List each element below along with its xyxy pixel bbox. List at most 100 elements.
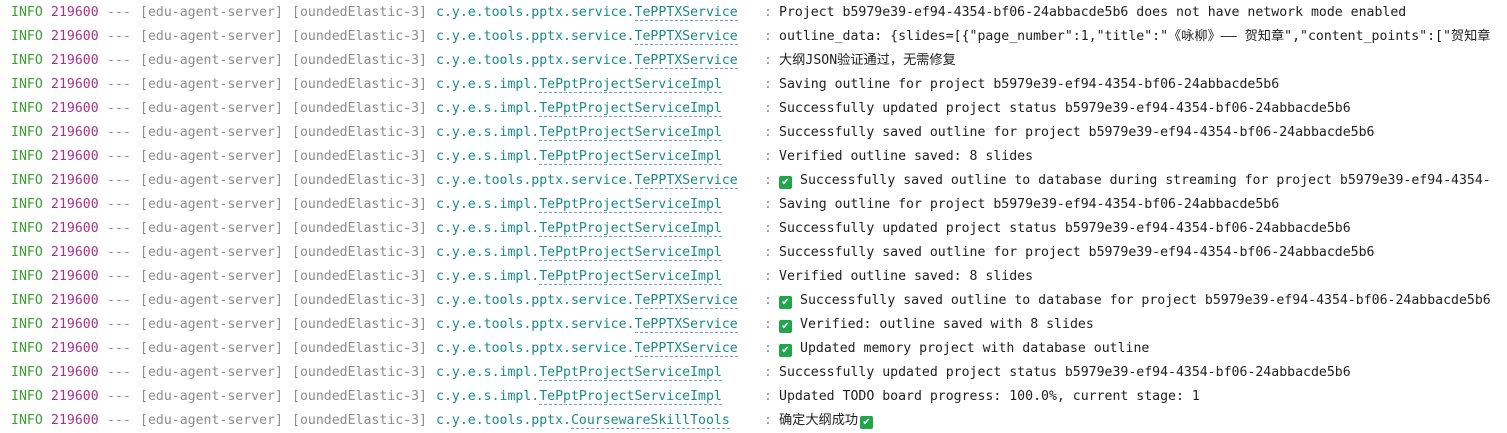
separator: --- [107, 269, 131, 284]
log-message: Successfully saved outline for project b… [779, 241, 1374, 265]
log-line[interactable]: INFO 219600 --- [edu-agent-server] [oundedEl… [0, 265, 1507, 289]
app-name: [edu-agent-server] [140, 53, 283, 68]
process-id: 219600 [51, 365, 99, 380]
thread-name: [oundedElastic-3] [292, 221, 427, 236]
log-message: Verified outline saved: 8 slides [779, 145, 1033, 169]
logger-package: c.y.e.s.impl. [436, 149, 540, 164]
app-name: [edu-agent-server] [140, 173, 283, 188]
log-line[interactable]: INFO 219600 --- [edu-agent-server] [oundedEl… [0, 361, 1507, 385]
process-id: 219600 [51, 245, 99, 260]
message-separator: : [764, 293, 772, 308]
logger-name: c.y.e.s.impl.TePptProjectServiceImpl [436, 217, 722, 241]
log-line[interactable]: INFO 219600 --- [edu-agent-server] [oundedEl… [0, 25, 1507, 49]
log-line[interactable]: INFO 219600 --- [edu-agent-server] [oundedEl… [0, 313, 1507, 337]
logger-class-link[interactable]: TePptProjectServiceImpl [539, 77, 722, 93]
logger-class-link[interactable]: TePPTXService [634, 173, 738, 189]
thread-name: [oundedElastic-3] [292, 293, 427, 308]
thread-name: [oundedElastic-3] [292, 389, 427, 404]
logger-class-link[interactable]: TePPTXService [634, 341, 738, 357]
separator: --- [107, 53, 131, 68]
log-level: INFO [11, 413, 43, 428]
logger-name: c.y.e.s.impl.TePptProjectServiceImpl [436, 193, 722, 217]
separator: --- [107, 365, 131, 380]
log-line[interactable]: INFO 219600 --- [edu-agent-server] [oundedEl… [0, 241, 1507, 265]
separator: --- [107, 221, 131, 236]
log-line[interactable]: INFO 219600 --- [edu-agent-server] [oundedEl… [0, 49, 1507, 73]
message-separator: : [764, 245, 772, 260]
logger-class-link[interactable]: TePPTXService [634, 53, 738, 69]
message-text: Successfully updated project status b597… [779, 101, 1351, 116]
log-message: Successfully updated project status b597… [779, 97, 1351, 121]
log-console[interactable]: INFO 219600 --- [edu-agent-server] [oundedEl… [0, 0, 1507, 429]
log-line[interactable]: INFO 219600 --- [edu-agent-server] [oundedEl… [0, 73, 1507, 97]
log-level: INFO [11, 77, 43, 92]
logger-class-link[interactable]: TePPTXService [634, 293, 738, 309]
log-level: INFO [11, 197, 43, 212]
logger-package: c.y.e.s.impl. [436, 77, 540, 92]
logger-package: c.y.e.tools.pptx.service. [436, 341, 635, 356]
logger-package: c.y.e.tools.pptx.service. [436, 293, 635, 308]
separator: --- [107, 149, 131, 164]
log-level: INFO [11, 125, 43, 140]
process-id: 219600 [51, 269, 99, 284]
app-name: [edu-agent-server] [140, 245, 283, 260]
logger-name: c.y.e.tools.pptx.service.TePPTXService [436, 289, 738, 313]
log-line[interactable]: INFO 219600 --- [edu-agent-server] [oundedEl… [0, 145, 1507, 169]
separator: --- [107, 29, 131, 44]
app-name: [edu-agent-server] [140, 221, 283, 236]
log-message: Saving outline for project b5979e39-ef94… [779, 73, 1279, 97]
message-text: Successfully updated project status b597… [779, 365, 1351, 380]
logger-name: c.y.e.s.impl.TePptProjectServiceImpl [436, 385, 722, 409]
logger-class-link[interactable]: TePPTXService [634, 317, 738, 333]
log-level: INFO [11, 389, 43, 404]
logger-name: c.y.e.tools.pptx.service.TePPTXService [436, 169, 738, 193]
thread-name: [oundedElastic-3] [292, 149, 427, 164]
app-name: [edu-agent-server] [140, 149, 283, 164]
log-level: INFO [11, 293, 43, 308]
logger-package: c.y.e.s.impl. [436, 125, 540, 140]
log-level: INFO [11, 173, 43, 188]
log-line[interactable]: INFO 219600 --- [edu-agent-server] [oundedEl… [0, 409, 1507, 433]
logger-class-link[interactable]: TePptProjectServiceImpl [539, 221, 722, 237]
message-separator: : [764, 53, 772, 68]
log-line[interactable]: INFO 219600 --- [edu-agent-server] [oundedEl… [0, 193, 1507, 217]
log-line[interactable]: INFO 219600 --- [edu-agent-server] [oundedEl… [0, 121, 1507, 145]
log-line[interactable]: INFO 219600 --- [edu-agent-server] [oundedEl… [0, 385, 1507, 409]
logger-name: c.y.e.s.impl.TePptProjectServiceImpl [436, 265, 722, 289]
logger-class-link[interactable]: TePptProjectServiceImpl [539, 245, 722, 261]
logger-package: c.y.e.s.impl. [436, 245, 540, 260]
logger-package: c.y.e.s.impl. [436, 101, 540, 116]
message-separator: : [764, 221, 772, 236]
log-line[interactable]: INFO 219600 --- [edu-agent-server] [oundedEl… [0, 337, 1507, 361]
logger-class-link[interactable]: CoursewareSkillTools [570, 413, 730, 429]
logger-class-link[interactable]: TePptProjectServiceImpl [539, 197, 722, 213]
logger-name: c.y.e.tools.pptx.service.TePPTXService [436, 1, 738, 25]
logger-class-link[interactable]: TePPTXService [634, 29, 738, 45]
logger-class-link[interactable]: TePptProjectServiceImpl [539, 149, 722, 165]
logger-name: c.y.e.tools.pptx.service.TePPTXService [436, 313, 738, 337]
logger-class-link[interactable]: TePPTXService [634, 5, 738, 21]
logger-class-link[interactable]: TePptProjectServiceImpl [539, 365, 722, 381]
check-mark-icon: ✔ [779, 320, 792, 333]
logger-class-link[interactable]: TePptProjectServiceImpl [539, 125, 722, 141]
logger-name: c.y.e.s.impl.TePptProjectServiceImpl [436, 145, 722, 169]
app-name: [edu-agent-server] [140, 293, 283, 308]
logger-class-link[interactable]: TePptProjectServiceImpl [539, 269, 722, 285]
thread-name: [oundedElastic-3] [292, 29, 427, 44]
log-line[interactable]: INFO 219600 --- [edu-agent-server] [oundedEl… [0, 97, 1507, 121]
separator: --- [107, 389, 131, 404]
log-line[interactable]: INFO 219600 --- [edu-agent-server] [oundedEl… [0, 217, 1507, 241]
logger-package: c.y.e.tools.pptx.service. [436, 173, 635, 188]
message-separator: : [764, 389, 772, 404]
message-text: Successfully updated project status b597… [779, 221, 1351, 236]
log-line[interactable]: INFO 219600 --- [edu-agent-server] [oundedEl… [0, 289, 1507, 313]
message-text: Updated memory project with database out… [800, 341, 1150, 356]
separator: --- [107, 317, 131, 332]
process-id: 219600 [51, 77, 99, 92]
logger-class-link[interactable]: TePptProjectServiceImpl [539, 389, 722, 405]
log-line[interactable]: INFO 219600 --- [edu-agent-server] [oundedEl… [0, 1, 1507, 25]
log-line[interactable]: INFO 219600 --- [edu-agent-server] [oundedEl… [0, 169, 1507, 193]
app-name: [edu-agent-server] [140, 389, 283, 404]
logger-class-link[interactable]: TePptProjectServiceImpl [539, 101, 722, 117]
separator: --- [107, 5, 131, 20]
